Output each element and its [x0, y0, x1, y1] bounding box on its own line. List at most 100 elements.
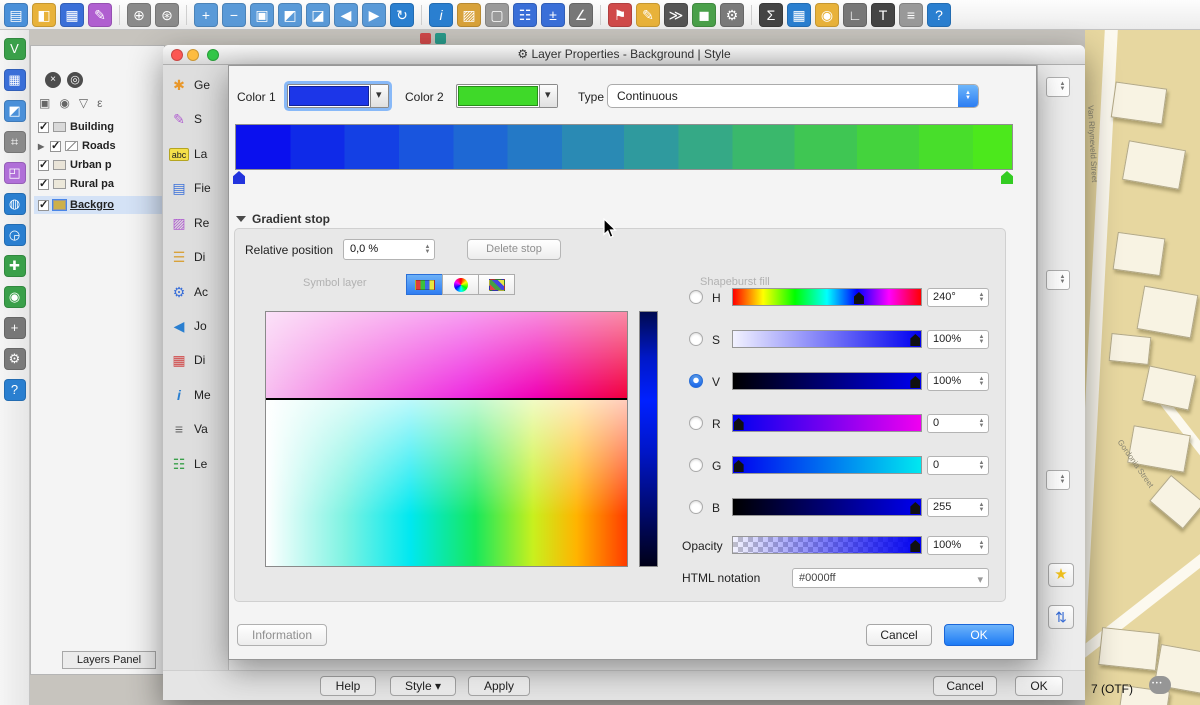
radio-s[interactable] [689, 332, 703, 346]
layer-checkbox[interactable] [38, 122, 49, 133]
layers-panel-tab[interactable]: Layers Panel [62, 651, 156, 669]
h-slider[interactable] [732, 288, 922, 306]
combo-arrows-icon[interactable] [958, 85, 978, 107]
layer-checkbox[interactable] [38, 179, 49, 190]
layer-row-building[interactable]: Building [34, 118, 162, 136]
zoom-full-icon[interactable]: ▣ [250, 3, 274, 27]
props-tab-general[interactable]: ✱Ge [169, 71, 210, 99]
add-vector-layer-icon[interactable]: V [4, 38, 26, 60]
layer-row-roads[interactable]: ▶ Roads [34, 137, 162, 155]
map-tips-icon[interactable]: ◉ [815, 3, 839, 27]
color-box-selection-line[interactable] [266, 398, 627, 400]
stepper-icon[interactable] [1057, 472, 1068, 488]
edit-icon[interactable] [420, 33, 431, 44]
properties-ok-button[interactable]: OK [1015, 676, 1063, 696]
gps-icon[interactable]: + [4, 317, 26, 339]
h-slider-handle[interactable] [854, 292, 864, 304]
g-spinbox[interactable]: 0 [927, 456, 989, 475]
opacity-slider-handle[interactable] [910, 540, 920, 552]
stepper-icon[interactable] [1057, 79, 1068, 95]
zoom-next-icon[interactable]: ▶ [362, 3, 386, 27]
props-tab-labels[interactable]: abcLa [169, 140, 207, 168]
layer-row-urban[interactable]: Urban p [34, 156, 162, 174]
plugins-icon[interactable]: ◼ [692, 3, 716, 27]
processing-left-icon[interactable]: ⚙ [4, 348, 26, 370]
favorites-icon[interactable] [1048, 563, 1074, 587]
html-notation-field[interactable]: #0000ff [792, 568, 989, 588]
close-icon[interactable] [45, 72, 61, 88]
v-slider[interactable] [732, 372, 922, 390]
statistics-icon[interactable]: Σ [759, 3, 783, 27]
console-icon[interactable]: ≫ [664, 3, 688, 27]
h-spinbox[interactable]: 240° [927, 288, 989, 307]
spinner-widget[interactable] [1046, 77, 1070, 97]
v-spinbox[interactable]: 100% [927, 372, 989, 391]
attribute-table-icon[interactable]: ☷ [513, 3, 537, 27]
gradient-stop-end-handle[interactable] [1001, 171, 1013, 184]
props-tab-legend[interactable]: ☷Le [169, 450, 207, 478]
color2-dropdown-icon[interactable] [539, 85, 557, 107]
gradient-stop-start-handle[interactable] [233, 171, 245, 184]
color1-dropdown-icon[interactable] [370, 85, 388, 107]
map-canvas[interactable]: Van Rhyneveld Street Gordonia Street 7 (… [1085, 30, 1200, 705]
props-tab-diagrams[interactable]: ▦Di [169, 346, 205, 374]
properties-cancel-button[interactable]: Cancel [933, 676, 997, 696]
r-spinbox[interactable]: 0 [927, 414, 989, 433]
props-tab-rendering[interactable]: ▨Re [169, 209, 209, 237]
v-slider-handle[interactable] [910, 376, 920, 388]
calendar-icon[interactable]: ▦ [787, 3, 811, 27]
expander-icon[interactable]: ▶ [38, 142, 46, 151]
messages-bubble-icon[interactable] [1149, 676, 1171, 694]
props-tab-joins[interactable]: ◀Jo [169, 312, 207, 340]
b-spinbox[interactable]: 255 [927, 498, 989, 517]
select-features-icon[interactable]: ▨ [457, 3, 481, 27]
pan-to-selection-icon[interactable]: ⊛ [155, 3, 179, 27]
r-slider[interactable] [732, 414, 922, 432]
layer-row-background[interactable]: Backgro [34, 196, 162, 214]
pan-map-icon[interactable]: ⊕ [127, 3, 151, 27]
radio-b[interactable] [689, 500, 703, 514]
zoom-to-selection-icon[interactable]: ◩ [278, 3, 302, 27]
spinner-widget[interactable] [1046, 270, 1070, 290]
layer-checkbox[interactable] [38, 160, 49, 171]
g-slider[interactable] [732, 456, 922, 474]
minimize-window-icon[interactable] [187, 49, 199, 61]
props-tab-display[interactable]: ☰Di [169, 243, 205, 271]
labeling-icon[interactable]: T [871, 3, 895, 27]
stepper-icon[interactable] [976, 458, 987, 473]
identify-features-icon[interactable]: i [429, 3, 453, 27]
save-project-icon[interactable]: ▦ [60, 3, 84, 27]
bookmarks-icon[interactable]: ⚑ [608, 3, 632, 27]
radio-h[interactable] [689, 290, 703, 304]
open-project-icon[interactable]: ◧ [32, 3, 56, 27]
collapse-triangle-icon[interactable] [236, 216, 246, 222]
radio-g[interactable] [689, 458, 703, 472]
stepper-icon[interactable] [422, 241, 433, 258]
stepper-icon[interactable] [976, 374, 987, 389]
information-button[interactable]: Information [237, 624, 327, 646]
zoom-last-icon[interactable]: ◀ [334, 3, 358, 27]
apply-button[interactable]: Apply [468, 676, 530, 696]
props-tab-metadata[interactable]: iMe [169, 381, 211, 409]
r-slider-handle[interactable] [734, 418, 744, 430]
new-shapefile-icon[interactable]: ✚ [4, 255, 26, 277]
help-toolbar-icon[interactable]: ? [927, 3, 951, 27]
osm-layer-icon[interactable]: ◉ [4, 286, 26, 308]
stepper-icon[interactable] [1057, 272, 1068, 288]
annotation-icon[interactable]: ✎ [636, 3, 660, 27]
dialog-titlebar[interactable]: ⚙ Layer Properties - Background | Style [163, 45, 1085, 65]
layer-checkbox[interactable] [38, 200, 49, 211]
expression-filter-icon[interactable]: ε [97, 96, 102, 110]
field-calculator-icon[interactable]: ± [541, 3, 565, 27]
s-slider[interactable] [732, 330, 922, 348]
manage-themes-icon[interactable]: ◉ [59, 96, 69, 110]
s-spinbox[interactable]: 100% [927, 330, 989, 349]
ramp-cancel-button[interactable]: Cancel [866, 624, 932, 646]
stepper-icon[interactable] [976, 332, 987, 347]
b-slider-handle[interactable] [910, 502, 920, 514]
stepper-icon[interactable] [976, 290, 987, 305]
layer-checkbox[interactable] [50, 141, 61, 152]
dock-icon[interactable] [67, 72, 83, 88]
props-tab-fields[interactable]: ▤Fie [169, 174, 211, 202]
props-tab-symbology[interactable]: ✎S [169, 105, 202, 133]
